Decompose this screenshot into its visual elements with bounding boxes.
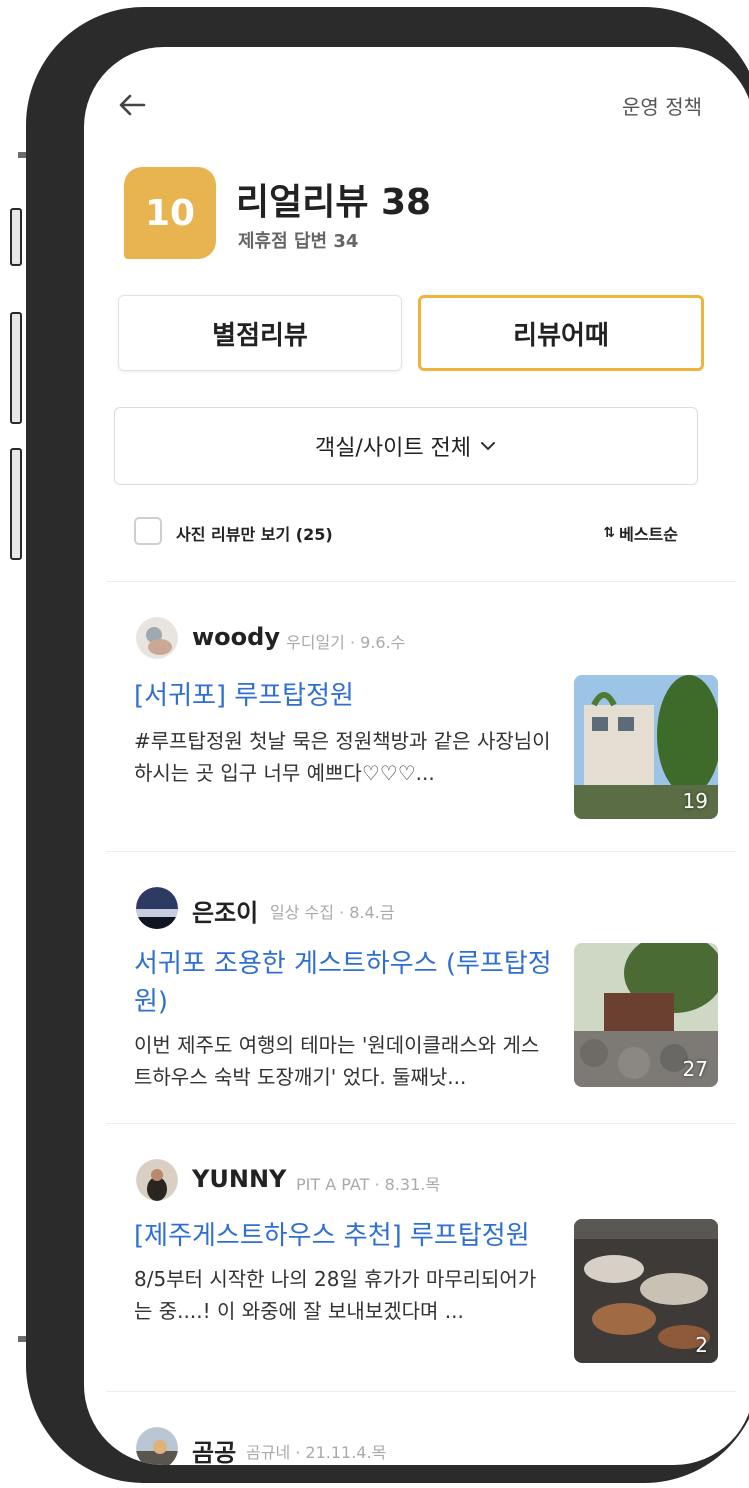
divider bbox=[106, 851, 736, 852]
policy-link[interactable]: 운영 정책 bbox=[622, 91, 702, 120]
review-item[interactable]: 은조이 일상 수집 · 8.4.금 서귀포 조용한 게스트하우스 (루프탑정원)… bbox=[84, 883, 749, 1123]
photo-only-checkbox[interactable] bbox=[134, 517, 162, 545]
tab-review-how[interactable]: 리뷰어때 bbox=[418, 295, 704, 371]
photo-count: 2 bbox=[695, 1333, 708, 1357]
sort-button[interactable]: ⇅ 베스트순 bbox=[603, 521, 678, 545]
avatar bbox=[136, 887, 178, 929]
sort-label: 베스트순 bbox=[619, 525, 678, 544]
review-item[interactable]: 곰공 곰규네 · 21.11.4.목 bbox=[84, 1423, 749, 1465]
avatar bbox=[136, 1427, 178, 1465]
photo-only-label[interactable]: 사진 리뷰만 보기 (25) bbox=[176, 521, 333, 545]
review-author: YUNNY bbox=[192, 1165, 287, 1193]
review-excerpt: #루프탑정원 첫날 묵은 정원책방과 같은 사장님이 하시는 곳 입구 너무 예… bbox=[134, 729, 551, 785]
review-thumbnail[interactable]: 19 bbox=[574, 675, 718, 819]
review-item[interactable]: woody 우디일기 · 9.6.수 [서귀포] 루프탑정원 #루프탑정원 첫날… bbox=[84, 613, 749, 853]
volume-up-button bbox=[10, 312, 22, 424]
divider bbox=[106, 1123, 736, 1124]
mute-switch bbox=[10, 208, 22, 266]
review-title[interactable]: [서귀포] 루프탑정원 bbox=[134, 677, 554, 715]
review-meta: PIT A PAT · 8.31.목 bbox=[296, 1175, 441, 1194]
review-excerpt: 8/5부터 시작한 나의 28일 휴가가 마무리되어가는 중....! 이 와중… bbox=[134, 1267, 537, 1323]
review-excerpt: 이번 제주도 여행의 테마는 '원데이클래스와 게스트하우스 숙박 도장깨기' … bbox=[134, 1033, 540, 1089]
photo-count: 19 bbox=[682, 789, 708, 813]
chevron-down-icon bbox=[481, 442, 496, 451]
avatar bbox=[136, 617, 178, 659]
review-thumbnail[interactable]: 2 bbox=[574, 1219, 718, 1363]
review-title[interactable]: [제주게스트하우스 추천] 루프탑정원 bbox=[134, 1217, 554, 1255]
partner-reply-count: 제휴점 답변 34 bbox=[238, 231, 359, 252]
review-item[interactable]: YUNNY PIT A PAT · 8.31.목 [제주게스트하우스 추천] 루… bbox=[84, 1155, 749, 1395]
back-arrow-icon[interactable] bbox=[116, 89, 148, 121]
avatar bbox=[136, 1159, 178, 1201]
review-author: 곰공 bbox=[192, 1439, 237, 1465]
sort-icon: ⇅ bbox=[603, 525, 615, 541]
review-title[interactable]: 서귀포 조용한 게스트하우스 (루프탑정원) bbox=[134, 945, 554, 1021]
review-author: 은조이 bbox=[192, 899, 259, 927]
photo-count: 27 bbox=[682, 1057, 708, 1081]
review-meta: 일상 수집 · 8.4.금 bbox=[270, 903, 395, 922]
room-filter-dropdown[interactable]: 객실/사이트 전체 bbox=[114, 407, 698, 485]
room-filter-label: 객실/사이트 전체 bbox=[314, 436, 472, 461]
review-meta: 우디일기 · 9.6.수 bbox=[286, 633, 406, 652]
tab-star-reviews[interactable]: 별점리뷰 bbox=[118, 295, 402, 371]
review-count-title: 리얼리뷰 38 bbox=[236, 182, 432, 223]
review-author: woody bbox=[192, 623, 280, 651]
volume-down-button bbox=[10, 448, 22, 560]
divider bbox=[106, 1391, 736, 1392]
review-meta: 곰규네 · 21.11.4.목 bbox=[246, 1443, 387, 1462]
app-screen: 운영 정책 10 리얼리뷰 38 제휴점 답변 34 별점리뷰 리뷰어때 객실/… bbox=[84, 47, 749, 1465]
divider bbox=[106, 581, 736, 582]
rating-badge: 10 bbox=[124, 167, 216, 259]
review-thumbnail[interactable]: 27 bbox=[574, 943, 718, 1087]
phone-frame: 운영 정책 10 리얼리뷰 38 제휴점 답변 34 별점리뷰 리뷰어때 객실/… bbox=[26, 7, 749, 1483]
